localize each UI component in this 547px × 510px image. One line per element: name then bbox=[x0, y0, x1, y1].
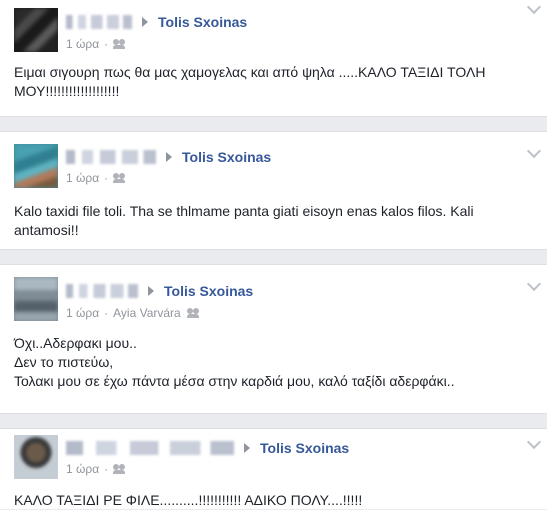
post-author: Tolis Sxoinas bbox=[66, 149, 271, 165]
post-text: Όχι..Αδερφακι μου.. Δεν το πιστεύω, Τολα… bbox=[14, 334, 533, 391]
post-text: ΚΑΛΟ ΤΑΞΙΔΙ ΡΕ ΦΙΛΕ..........!!!!!!!!!!!… bbox=[14, 491, 533, 510]
friends-icon[interactable] bbox=[113, 39, 126, 49]
friends-icon[interactable] bbox=[186, 308, 200, 318]
chevron-down-icon[interactable] bbox=[526, 0, 542, 15]
post-text-line: Όχι..Αδερφακι μου.. bbox=[14, 335, 137, 351]
meta-separator: · bbox=[104, 306, 109, 320]
post-text-line: Kalo taxidi file toli. Tha se thlmame pa… bbox=[14, 203, 478, 238]
friends-icon[interactable] bbox=[113, 464, 126, 474]
post-timestamp[interactable]: 1 ώρα bbox=[66, 462, 99, 476]
post-timestamp[interactable]: 1 ώρα bbox=[66, 306, 99, 320]
post-text: Ειμαι σιγουρη πως θα μας χαμογελας και α… bbox=[14, 63, 533, 101]
chevron-down-icon[interactable] bbox=[526, 143, 542, 159]
post-text: Kalo taxidi file toli. Tha se thlmame pa… bbox=[14, 202, 533, 240]
chevron-down-icon[interactable] bbox=[526, 276, 542, 292]
post-location[interactable]: Ayia Varvára bbox=[113, 306, 181, 320]
redacted-author-name[interactable] bbox=[66, 441, 234, 455]
post-timestamp[interactable]: 1 ώρα bbox=[66, 37, 99, 51]
post-text-line: Δεν το πιστεύω, bbox=[14, 354, 114, 370]
share-arrow-icon bbox=[166, 152, 172, 162]
feed-post: Tolis Sxoinas 1 ώρα · Ayia Varvára Όχι..… bbox=[0, 264, 547, 414]
post-author: Tolis Sxoinas bbox=[66, 283, 253, 299]
share-arrow-icon bbox=[142, 17, 148, 27]
target-profile-link[interactable]: Tolis Sxoinas bbox=[164, 283, 253, 299]
feed-post: Tolis Sxoinas 1 ώρα · Ειμαι σιγουρη πως … bbox=[0, 0, 547, 117]
share-arrow-icon bbox=[148, 286, 154, 296]
redacted-author-name[interactable] bbox=[66, 284, 138, 298]
redacted-author-name[interactable] bbox=[66, 15, 132, 29]
target-profile-link[interactable]: Tolis Sxoinas bbox=[182, 149, 271, 165]
feed-post: Tolis Sxoinas 1 ώρα · Kalo taxidi file t… bbox=[0, 131, 547, 250]
post-text-line: Τολακι μου σε έχω πάντα μέσα στην καρδιά… bbox=[14, 373, 455, 389]
meta-separator: · bbox=[104, 37, 109, 51]
post-text-line: Ειμαι σιγουρη πως θα μας χαμογελας και α… bbox=[14, 64, 490, 99]
feed-post: Tolis Sxoinas 1 ώρα · ΚΑΛΟ ΤΑΞΙΔΙ ΡΕ ΦΙΛ… bbox=[0, 428, 547, 509]
friends-icon[interactable] bbox=[113, 173, 126, 183]
target-profile-link[interactable]: Tolis Sxoinas bbox=[158, 14, 247, 30]
post-timestamp[interactable]: 1 ώρα bbox=[66, 171, 99, 185]
chevron-down-icon[interactable] bbox=[526, 434, 542, 450]
post-text-line: ΚΑΛΟ ΤΑΞΙΔΙ ΡΕ ΦΙΛΕ..........!!!!!!!!!!!… bbox=[14, 492, 363, 508]
post-meta: 1 ώρα · bbox=[66, 171, 126, 185]
post-meta: 1 ώρα · bbox=[66, 37, 126, 51]
post-author: Tolis Sxoinas bbox=[66, 14, 247, 30]
meta-separator: · bbox=[104, 462, 109, 476]
post-author: Tolis Sxoinas bbox=[66, 440, 349, 456]
post-meta: 1 ώρα · bbox=[66, 462, 126, 476]
avatar[interactable] bbox=[14, 277, 58, 321]
avatar[interactable] bbox=[14, 435, 58, 479]
target-profile-link[interactable]: Tolis Sxoinas bbox=[260, 440, 349, 456]
share-arrow-icon bbox=[244, 443, 250, 453]
avatar[interactable] bbox=[14, 8, 58, 52]
meta-separator: · bbox=[104, 171, 109, 185]
avatar[interactable] bbox=[14, 144, 58, 188]
post-meta: 1 ώρα · Ayia Varvára bbox=[66, 306, 200, 320]
redacted-author-name[interactable] bbox=[66, 150, 156, 164]
